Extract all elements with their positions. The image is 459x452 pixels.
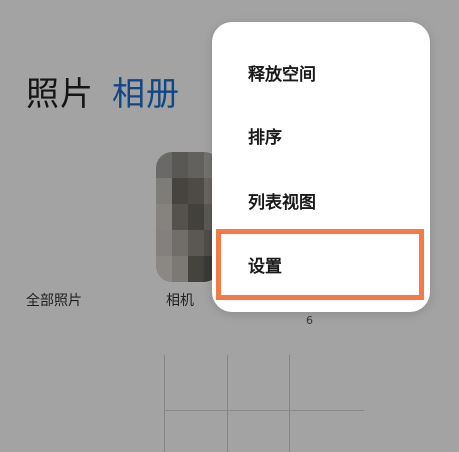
menu-item-label: 列表视图 — [248, 192, 316, 213]
menu-item-free-up-space[interactable]: 释放空间 — [212, 42, 430, 102]
menu-item-label: 排序 — [248, 127, 282, 148]
menu-item-settings[interactable]: 设置 — [212, 234, 430, 294]
menu-item-list-view[interactable]: 列表视图 — [212, 170, 430, 230]
menu-item-label: 设置 — [248, 256, 282, 277]
menu-item-sort[interactable]: 排序 — [212, 105, 430, 165]
gallery-screen: 照片 相册 全部照片 相机 6 释放空间 排序 列表视图 设置 — [0, 0, 459, 452]
overflow-menu: 释放空间 排序 列表视图 设置 — [212, 22, 430, 312]
menu-item-label: 释放空间 — [248, 64, 316, 85]
